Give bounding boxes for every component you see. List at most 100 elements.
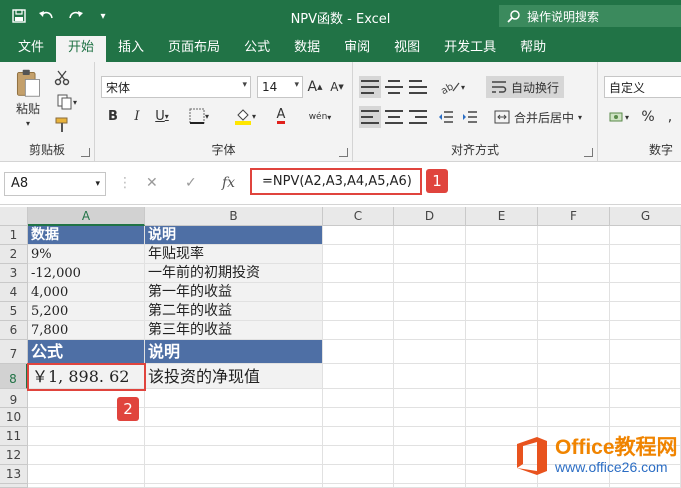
font-launcher[interactable]	[339, 148, 348, 157]
empty-cell[interactable]	[466, 321, 538, 340]
cell-b6[interactable]: 第三年的收益	[145, 321, 323, 340]
empty-cell[interactable]	[323, 427, 394, 446]
empty-cell[interactable]	[610, 408, 681, 427]
clipboard-launcher[interactable]	[81, 148, 90, 157]
row-header-8[interactable]: 8	[0, 364, 28, 389]
empty-cell[interactable]	[394, 302, 466, 321]
number-format-combo[interactable]: 自定义	[604, 76, 681, 98]
alignment-launcher[interactable]	[584, 148, 593, 157]
empty-cell[interactable]	[610, 302, 681, 321]
empty-cell[interactable]	[394, 283, 466, 302]
empty-cell[interactable]	[394, 245, 466, 264]
tell-me-search[interactable]: 操作说明搜索	[499, 5, 681, 27]
cell-a6[interactable]: 7,800	[28, 321, 145, 340]
tab-2[interactable]: 插入	[106, 36, 156, 62]
phonetic-guide-button[interactable]: wén ▾	[305, 106, 335, 128]
tab-8[interactable]: 开发工具	[432, 36, 508, 62]
empty-cell[interactable]	[466, 389, 538, 408]
cell-a2[interactable]: 9%	[28, 245, 145, 264]
empty-cell[interactable]	[394, 484, 466, 488]
percent-style-button[interactable]: %	[638, 106, 658, 128]
cell-b7[interactable]: 说明	[145, 340, 323, 364]
tab-9[interactable]: 帮助	[508, 36, 558, 62]
empty-cell[interactable]	[323, 226, 394, 245]
empty-cell[interactable]	[145, 465, 323, 484]
empty-cell[interactable]	[538, 321, 610, 340]
row-header-5[interactable]: 5	[0, 302, 28, 321]
empty-cell[interactable]	[323, 389, 394, 408]
row-header-11[interactable]: 11	[0, 427, 28, 446]
empty-cell[interactable]	[538, 245, 610, 264]
fill-color-button[interactable]: ▾	[229, 106, 261, 126]
cell-a1[interactable]: 数据	[28, 226, 145, 245]
tab-6[interactable]: 审阅	[332, 36, 382, 62]
column-header-d[interactable]: D	[394, 207, 466, 226]
copy-button[interactable]: ▾	[52, 92, 82, 112]
empty-cell[interactable]	[145, 484, 323, 488]
row-header-6[interactable]: 6	[0, 321, 28, 340]
empty-cell[interactable]	[323, 321, 394, 340]
empty-cell[interactable]	[145, 427, 323, 446]
empty-cell[interactable]	[466, 245, 538, 264]
italic-button[interactable]: I	[127, 106, 147, 126]
empty-cell[interactable]	[145, 446, 323, 465]
empty-cell[interactable]	[28, 427, 145, 446]
empty-cell[interactable]	[538, 340, 610, 364]
orientation-button[interactable]: ab ▾	[435, 76, 469, 98]
tab-5[interactable]: 数据	[282, 36, 332, 62]
column-header-g[interactable]: G	[610, 207, 681, 226]
tab-0[interactable]: 文件	[6, 36, 56, 62]
cell-b1[interactable]: 说明	[145, 226, 323, 245]
empty-cell[interactable]	[394, 427, 466, 446]
redo-button[interactable]	[64, 6, 86, 26]
row-header-14[interactable]: 14	[0, 484, 28, 488]
row-header-9[interactable]: 9	[0, 389, 28, 408]
empty-cell[interactable]	[610, 340, 681, 364]
empty-cell[interactable]	[538, 484, 610, 488]
cut-button[interactable]	[52, 68, 72, 88]
align-left-button[interactable]	[359, 106, 381, 128]
column-header-c[interactable]: C	[323, 207, 394, 226]
comma-style-button[interactable]: ,	[660, 106, 680, 128]
row-header-7[interactable]: 7	[0, 340, 28, 364]
undo-button[interactable]	[36, 6, 58, 26]
increase-indent-button[interactable]	[459, 106, 481, 128]
align-center-button[interactable]	[383, 106, 405, 128]
empty-cell[interactable]	[538, 408, 610, 427]
tab-1[interactable]: 开始	[56, 36, 107, 62]
formula-input[interactable]: =NPV(A2,A3,A4,A5,A6)	[250, 168, 422, 195]
cell-b2[interactable]: 年贴现率	[145, 245, 323, 264]
empty-cell[interactable]	[323, 283, 394, 302]
decrease-indent-button[interactable]	[435, 106, 457, 128]
underline-button[interactable]: U ▾	[149, 106, 175, 126]
cell-a3[interactable]: -12,000	[28, 264, 145, 283]
empty-cell[interactable]	[145, 408, 323, 427]
empty-cell[interactable]	[610, 321, 681, 340]
empty-cell[interactable]	[323, 446, 394, 465]
cell-b4[interactable]: 第一年的收益	[145, 283, 323, 302]
empty-cell[interactable]	[466, 484, 538, 488]
empty-cell[interactable]	[538, 226, 610, 245]
empty-cell[interactable]	[323, 364, 394, 389]
cell-b8[interactable]: 该投资的净现值	[145, 364, 323, 389]
insert-function-button[interactable]: fx	[222, 175, 235, 191]
empty-cell[interactable]	[466, 283, 538, 302]
cell-b5[interactable]: 第二年的收益	[145, 302, 323, 321]
bold-button[interactable]: B	[103, 106, 123, 126]
empty-cell[interactable]	[28, 465, 145, 484]
empty-cell[interactable]	[466, 226, 538, 245]
paste-button[interactable]: 粘贴 ▾	[10, 68, 46, 128]
column-header-b[interactable]: B	[145, 207, 323, 226]
empty-cell[interactable]	[394, 446, 466, 465]
empty-cell[interactable]	[28, 446, 145, 465]
empty-cell[interactable]	[394, 465, 466, 484]
tab-3[interactable]: 页面布局	[156, 36, 232, 62]
empty-cell[interactable]	[394, 364, 466, 389]
empty-cell[interactable]	[394, 226, 466, 245]
empty-cell[interactable]	[610, 364, 681, 389]
empty-cell[interactable]	[323, 264, 394, 283]
font-name-combo[interactable]: 宋体 ▾	[101, 76, 251, 98]
cell-b3[interactable]: 一年前的初期投资	[145, 264, 323, 283]
empty-cell[interactable]	[28, 484, 145, 488]
empty-cell[interactable]	[323, 302, 394, 321]
